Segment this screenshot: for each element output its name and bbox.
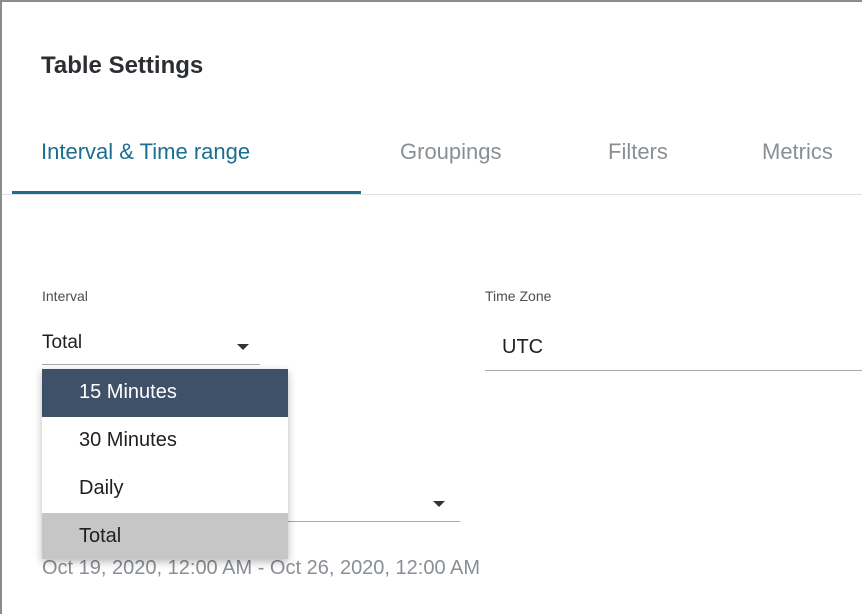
settings-tabs: Interval & Time range Groupings Filters … xyxy=(2,139,862,195)
tab-groupings[interactable]: Groupings xyxy=(400,139,502,191)
interval-option-15-minutes[interactable]: 15 Minutes xyxy=(42,369,288,417)
caret-down-icon xyxy=(433,501,445,507)
panel-title: Table Settings xyxy=(41,52,204,79)
interval-option-daily[interactable]: Daily xyxy=(42,465,288,513)
table-settings-panel: Table Settings Interval & Time range Gro… xyxy=(0,0,862,614)
interval-value: Total xyxy=(42,332,83,353)
tab-filters[interactable]: Filters xyxy=(608,139,668,191)
time-range-display: Oct 19, 2020, 12:00 AM - Oct 26, 2020, 1… xyxy=(42,557,481,579)
time-zone-label: Time Zone xyxy=(485,288,552,304)
tab-interval-time-range[interactable]: Interval & Time range xyxy=(12,139,361,194)
tab-metrics[interactable]: Metrics xyxy=(762,139,833,191)
time-zone-value: UTC xyxy=(502,336,544,358)
interval-option-total[interactable]: Total xyxy=(42,513,288,559)
time-zone-field[interactable]: UTC xyxy=(485,332,862,371)
interval-option-30-minutes[interactable]: 30 Minutes xyxy=(42,417,288,465)
interval-dropdown-menu: 15 Minutes 30 Minutes Daily Total xyxy=(42,369,288,559)
interval-select[interactable]: Total xyxy=(42,332,260,365)
caret-down-icon xyxy=(237,344,249,350)
interval-label: Interval xyxy=(42,288,88,304)
